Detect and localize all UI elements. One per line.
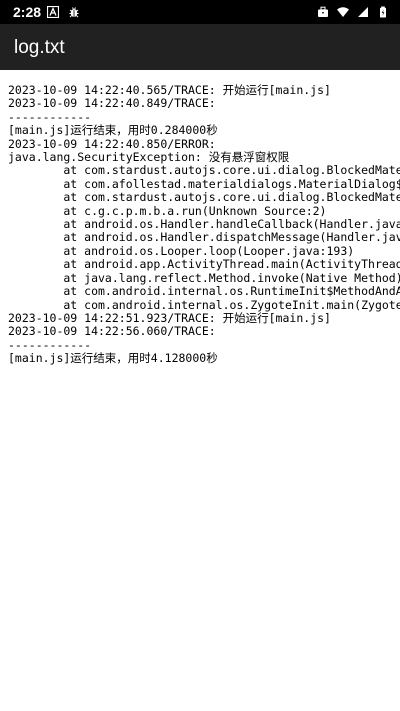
status-left-icons [47,4,80,20]
status-bar: 2:28 [0,0,400,24]
log-line: 2023-10-09 14:22:56.060/TRACE: [8,324,216,339]
wifi-icon [337,6,349,18]
log-line: [main.js]运行结束，用时0.284000秒 [8,123,218,138]
signal-icon [357,6,369,18]
log-line: 2023-10-09 14:22:51.923/TRACE: 开始运行[main… [8,310,331,325]
log-line: at android.os.Handler.handleCallback(Han… [8,217,400,232]
briefcase-icon [317,6,329,18]
battery-icon [377,6,389,18]
status-time: 2:28 [13,4,42,20]
status-right-icons [317,4,389,20]
log-line: at android.app.ActivityThread.main(Activ… [8,257,400,272]
log-line: at android.os.Looper.loop(Looper.java:19… [8,243,355,258]
log-line: [main.js]运行结束，用时4.128000秒 [8,351,218,366]
bug-icon [68,6,80,18]
log-line: 2023-10-09 14:22:40.849/TRACE: [8,96,216,111]
log-line: ------------ [8,109,92,124]
log-line: at com.afollestad.materialdialogs.Materi… [8,176,400,191]
log-line: at c.g.c.p.m.b.a.run(Unknown Source:2) [8,203,327,218]
page-title: log.txt [14,37,65,58]
log-line: at com.android.internal.os.RuntimeInit$M… [8,284,400,299]
log-line: ------------ [8,337,92,352]
log-line: at com.android.internal.os.ZygoteInit.ma… [8,297,400,312]
log-line: at java.lang.reflect.Method.invoke(Nativ… [8,270,400,285]
log-line: java.lang.SecurityException: 没有悬浮窗权限 [8,150,290,165]
log-line: at com.stardust.autojs.core.ui.dialog.Bl… [8,190,400,205]
log-text: 2023-10-09 14:22:40.565/TRACE: 开始运行[main… [8,83,400,366]
log-line: 2023-10-09 14:22:40.850/ERROR: [8,136,216,151]
log-line: at com.stardust.autojs.core.ui.dialog.Bl… [8,163,400,178]
log-line: at android.os.Handler.dispatchMessage(Ha… [8,230,400,245]
font-a-icon [47,6,59,18]
app-bar: log.txt [0,24,400,70]
log-view[interactable]: 2023-10-09 14:22:40.565/TRACE: 开始运行[main… [0,70,400,711]
log-line: 2023-10-09 14:22:40.565/TRACE: 开始运行[main… [8,83,331,97]
